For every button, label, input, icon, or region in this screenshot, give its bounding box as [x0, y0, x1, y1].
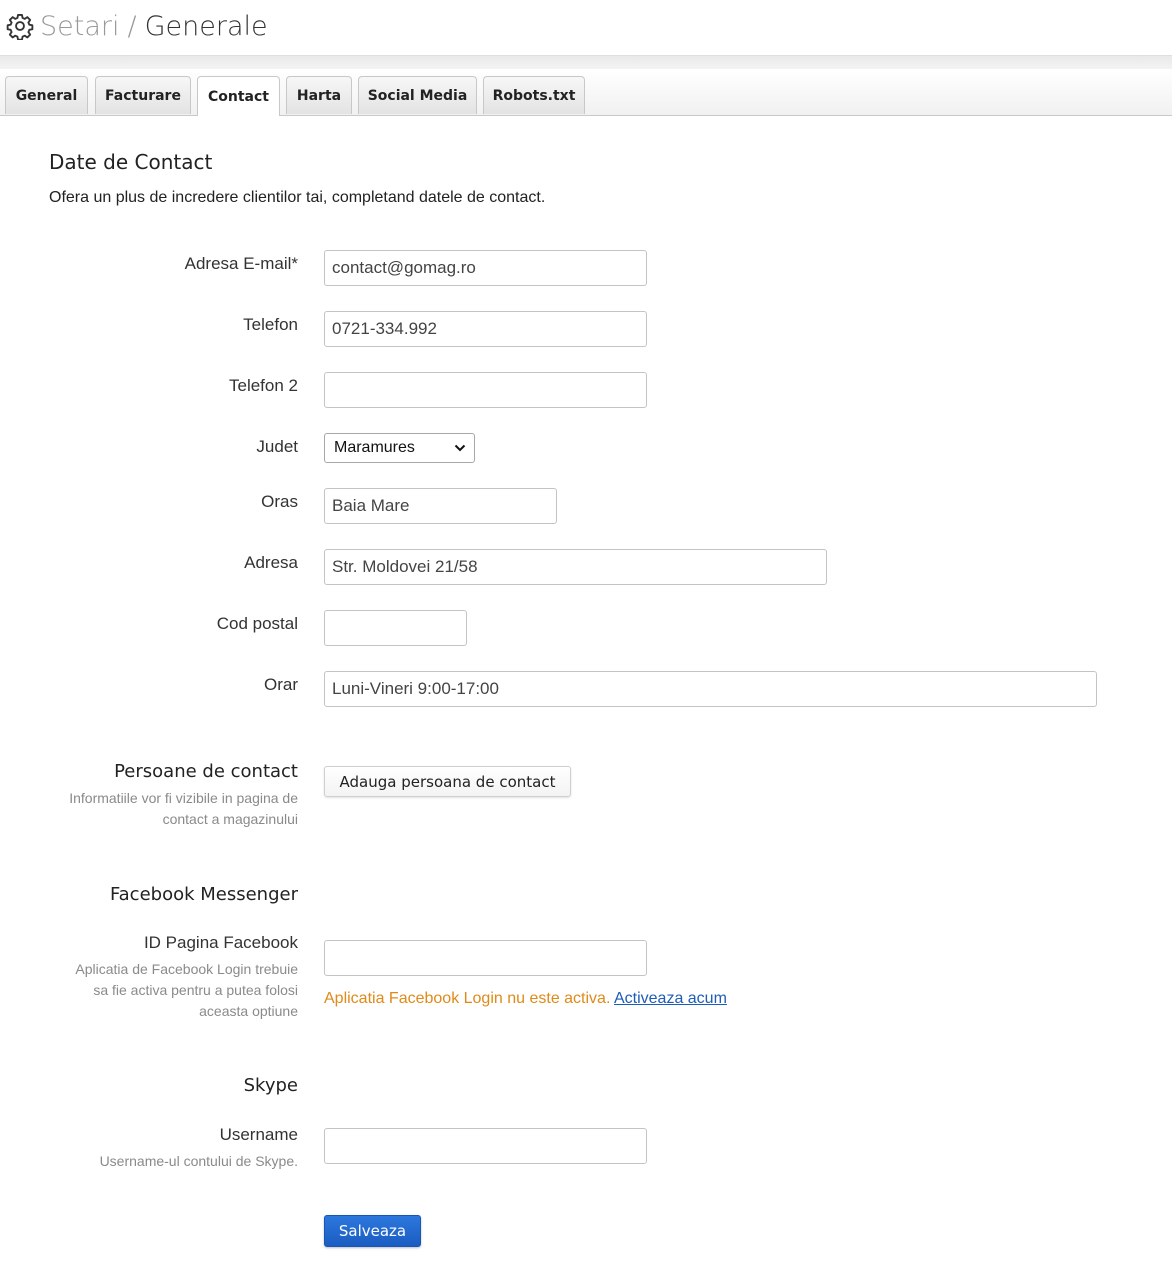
address-label: Adresa — [244, 553, 298, 572]
phone-input[interactable] — [324, 311, 647, 347]
email-label: Adresa E-mail* — [184, 254, 298, 273]
tab-general[interactable]: General — [5, 76, 88, 114]
facebook-messenger-title: Facebook Messenger — [109, 884, 298, 905]
breadcrumb-separator: / — [127, 10, 137, 42]
phone2-label: Telefon 2 — [229, 376, 298, 395]
gear-icon — [6, 13, 34, 40]
phone-label: Telefon — [243, 315, 298, 334]
tab-facturare[interactable]: Facturare — [95, 76, 191, 114]
breadcrumb-root[interactable]: Setari — [40, 11, 119, 42]
contact-persons-help: Informatiile vor fi vizibile in pagina d… — [69, 790, 298, 827]
skype-username-label: Username — [219, 1125, 298, 1144]
activate-now-link[interactable]: Activeaza acum — [614, 990, 727, 1007]
tab-social-media[interactable]: Social Media — [358, 76, 477, 114]
header-divider — [0, 55, 1172, 70]
chevron-down-icon — [454, 444, 466, 452]
facebook-login-warning: Aplicatia Facebook Login nu este activa.… — [324, 990, 727, 1007]
contact-persons-title: Persoane de contact — [114, 761, 298, 782]
breadcrumb-current: Generale — [144, 10, 268, 42]
save-button[interactable]: Salveaza — [324, 1215, 421, 1247]
email-input[interactable] — [324, 250, 647, 286]
skype-title: Skype — [243, 1075, 298, 1096]
schedule-input[interactable] — [324, 671, 1097, 707]
county-selected-value: Maramures — [334, 439, 415, 456]
section-title: Date de Contact — [49, 150, 213, 174]
tab-robots[interactable]: Robots.txt — [483, 76, 585, 114]
county-label: Judet — [256, 437, 298, 456]
postal-code-label: Cod postal — [216, 614, 298, 633]
page-title: Setari / Generale — [6, 6, 268, 46]
add-contact-person-button[interactable]: Adauga persoana de contact — [324, 766, 571, 797]
skype-username-help: Username-ul contului de Skype. — [99, 1153, 298, 1169]
skype-username-input[interactable] — [324, 1128, 647, 1164]
tab-contact[interactable]: Contact — [197, 76, 280, 116]
postal-code-input[interactable] — [324, 610, 467, 646]
city-label: Oras — [261, 492, 298, 511]
section-intro: Ofera un plus de incredere clientilor ta… — [49, 189, 546, 206]
facebook-page-id-input[interactable] — [324, 940, 647, 976]
address-input[interactable] — [324, 549, 827, 585]
city-input[interactable] — [324, 488, 557, 524]
phone2-input[interactable] — [324, 372, 647, 408]
tab-harta[interactable]: Harta — [286, 76, 352, 114]
county-select[interactable]: Maramures — [324, 433, 475, 463]
schedule-label: Orar — [264, 675, 298, 694]
facebook-page-id-label: ID Pagina Facebook — [143, 933, 298, 952]
facebook-page-id-help: Aplicatia de Facebook Login trebuie sa f… — [75, 961, 298, 1019]
